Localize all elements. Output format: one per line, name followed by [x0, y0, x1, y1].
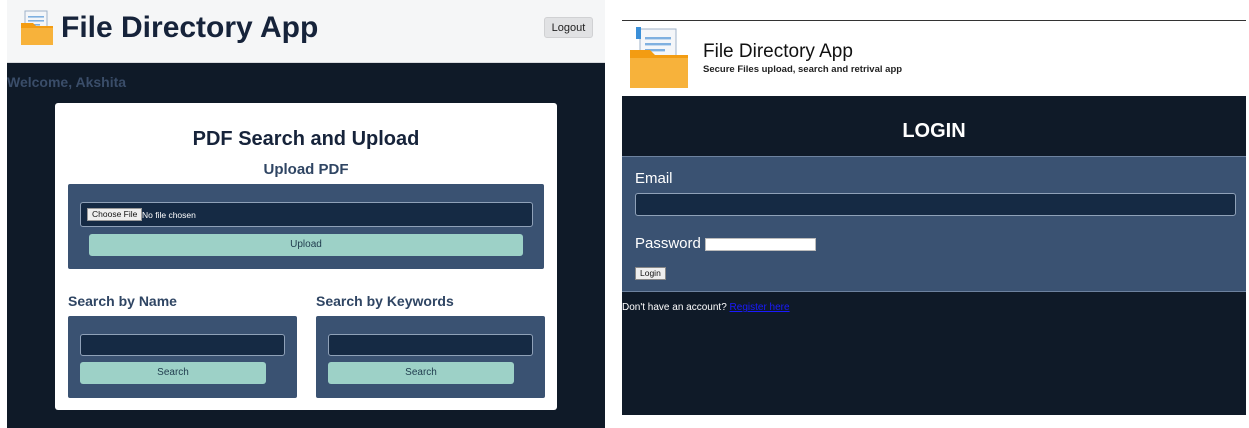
search-keywords-panel: Search — [316, 316, 545, 398]
search-name-button[interactable]: Search — [80, 362, 266, 384]
search-name-panel: Search — [68, 316, 297, 398]
login-area: LOGIN Email Password Login Don't have an… — [622, 96, 1246, 415]
folder-document-icon — [630, 27, 688, 88]
password-field[interactable] — [705, 238, 816, 251]
card-title: PDF Search and Upload — [192, 128, 420, 150]
logout-button[interactable]: Logout — [544, 17, 593, 38]
pdf-card: PDF Search and Upload Upload PDF Choose … — [55, 103, 557, 410]
app-title: File Directory App — [703, 41, 853, 62]
login-form: Email Password Login — [622, 156, 1246, 292]
register-link[interactable]: Register here — [730, 302, 790, 313]
search-keywords-button[interactable]: Search — [328, 362, 514, 384]
register-prompt-line: Don't have an account? Register here — [622, 302, 790, 313]
file-input[interactable]: Choose File No file chosen — [80, 202, 533, 227]
login-header: File Directory App Secure Files upload, … — [622, 21, 1246, 96]
search-name-heading: Search by Name — [68, 293, 177, 309]
email-field[interactable] — [635, 193, 1236, 216]
choose-file-button[interactable]: Choose File — [87, 208, 143, 221]
upload-button[interactable]: Upload — [89, 234, 523, 256]
search-keywords-input[interactable] — [328, 334, 533, 356]
email-label: Email — [635, 170, 673, 187]
search-name-input[interactable] — [80, 334, 285, 356]
dashboard-view: File Directory App Logout Welcome, Akshi… — [7, 0, 605, 428]
password-label: Password — [635, 235, 701, 252]
app-subtitle: Secure Files upload, search and retrival… — [703, 64, 903, 75]
screenshot-root: File Directory App Logout Welcome, Akshi… — [0, 0, 1249, 428]
search-keywords-heading: Search by Keywords — [316, 293, 454, 309]
dashboard-header: File Directory App Logout — [7, 0, 605, 63]
welcome-message: Welcome, Akshita — [7, 74, 127, 90]
register-prompt: Don't have an account? — [622, 302, 727, 313]
login-view: File Directory App Secure Files upload, … — [622, 0, 1246, 415]
file-status: No file chosen — [142, 210, 196, 220]
folder-document-icon — [21, 10, 53, 45]
app-title: File Directory App — [61, 11, 319, 44]
upload-panel: Choose File No file chosen Upload — [68, 184, 544, 269]
upload-heading: Upload PDF — [263, 161, 349, 178]
login-button[interactable]: Login — [635, 267, 666, 280]
login-heading: LOGIN — [902, 120, 966, 142]
